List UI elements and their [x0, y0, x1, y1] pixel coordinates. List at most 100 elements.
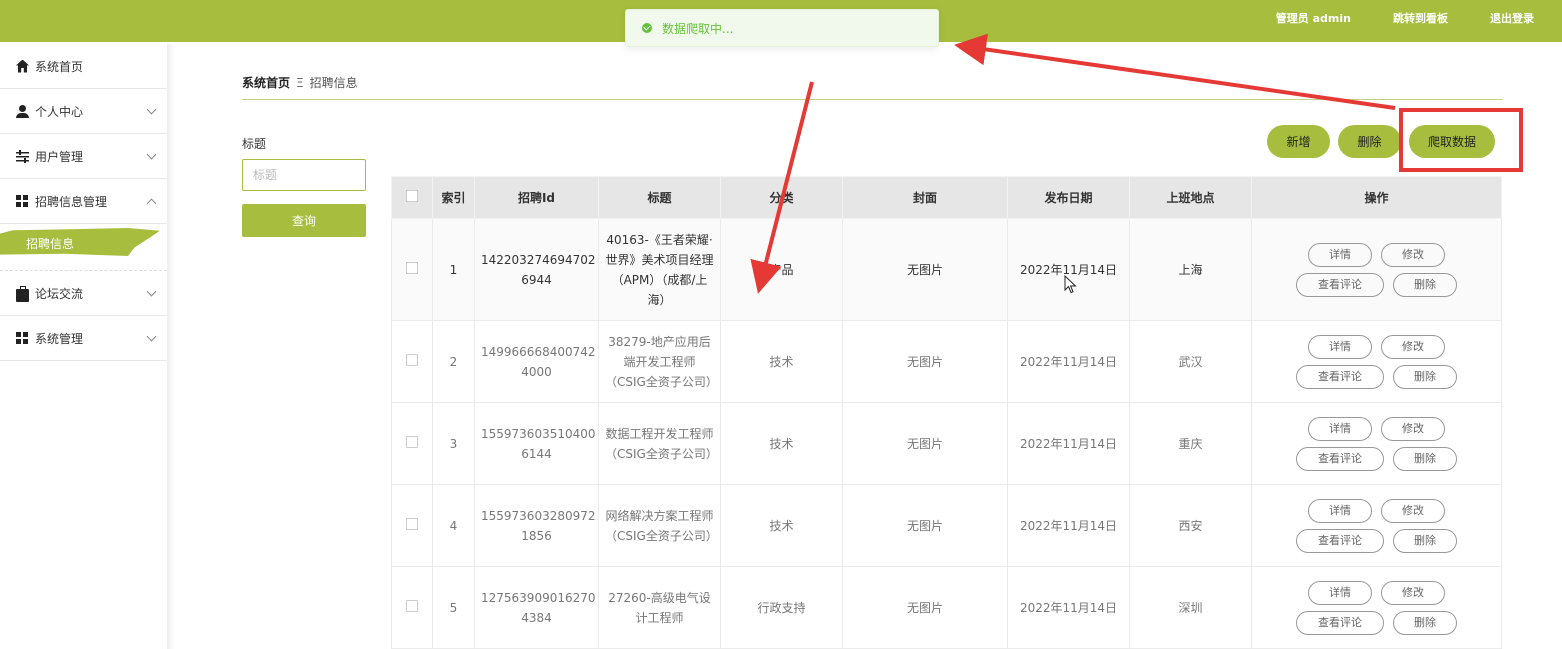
- column-header: 操作: [1251, 176, 1502, 219]
- row-date: 2022年11月14日: [1007, 320, 1130, 403]
- row-location: 上海: [1129, 218, 1252, 321]
- sidebar-item-personal-center[interactable]: 个人中心: [0, 89, 167, 134]
- row-date: 2022年11月14日: [1007, 566, 1130, 649]
- detail-button[interactable]: 详情: [1308, 580, 1372, 605]
- edit-button[interactable]: 修改: [1381, 498, 1445, 523]
- briefcase-icon: [16, 285, 29, 302]
- row-actions: 详情 修改 查看评论 删除: [1258, 334, 1495, 389]
- grid-icon: [16, 194, 29, 208]
- delete-row-button[interactable]: 删除: [1393, 364, 1457, 389]
- detail-button[interactable]: 详情: [1308, 334, 1372, 359]
- query-button[interactable]: 查询: [242, 204, 366, 237]
- column-header: 封面: [842, 176, 1008, 219]
- sidebar-item-label: 系统管理: [35, 331, 84, 346]
- sidebar-subitem-job-info[interactable]: 招聘信息: [0, 224, 167, 271]
- job-info-table: 索引 招聘Id 标题 分类 封面 发布日期 上班地点 操作 1 14220327…: [391, 176, 1502, 649]
- breadcrumb-separator: Ξ: [296, 76, 304, 90]
- row-job-id: 155973603510400 6144: [474, 402, 599, 485]
- detail-button[interactable]: 详情: [1308, 416, 1372, 441]
- sidebar-item-home[interactable]: 系统首页: [0, 44, 167, 89]
- dashboard-link[interactable]: 跳转到看板: [1393, 10, 1448, 26]
- admin-label: 管理员 admin: [1275, 12, 1351, 25]
- toast-message: 数据爬取中...: [662, 21, 734, 36]
- mouse-cursor-icon: [1064, 275, 1077, 294]
- sidebar-item-user-management[interactable]: 用户管理: [0, 134, 167, 179]
- row-date: 2022年11月14日: [1007, 484, 1130, 567]
- column-header: 发布日期: [1007, 176, 1130, 219]
- chevron-up-icon: [146, 198, 157, 209]
- batch-delete-button[interactable]: 删除: [1338, 125, 1401, 158]
- chevron-down-icon: [146, 286, 157, 297]
- logout-link[interactable]: 退出登录: [1490, 10, 1534, 26]
- user-icon: [16, 104, 29, 118]
- row-checkbox[interactable]: [406, 435, 418, 448]
- row-date: 2022年11月14日: [1007, 402, 1130, 485]
- row-index: 3: [432, 402, 475, 485]
- column-header: 分类: [720, 176, 843, 219]
- home-icon: [16, 59, 29, 73]
- edit-button[interactable]: 修改: [1381, 242, 1445, 267]
- row-checkbox[interactable]: [406, 353, 418, 366]
- row-job-id: 127563909016270 4384: [474, 566, 599, 649]
- view-comments-button[interactable]: 查看评论: [1296, 610, 1384, 635]
- chevron-down-icon: [146, 104, 157, 115]
- sidebar-item-system-management[interactable]: 系统管理: [0, 316, 167, 361]
- row-cover: 无图片: [842, 484, 1008, 567]
- delete-row-button[interactable]: 删除: [1393, 610, 1457, 635]
- view-comments-button[interactable]: 查看评论: [1296, 272, 1384, 297]
- delete-row-button[interactable]: 删除: [1393, 528, 1457, 553]
- row-index: 1: [432, 218, 475, 321]
- view-comments-button[interactable]: 查看评论: [1296, 528, 1384, 553]
- add-button[interactable]: 新增: [1267, 125, 1330, 158]
- row-category: 技术: [720, 484, 843, 567]
- row-location: 西安: [1129, 484, 1252, 567]
- detail-button[interactable]: 详情: [1308, 242, 1372, 267]
- column-header: 标题: [598, 176, 721, 219]
- edit-button[interactable]: 修改: [1381, 580, 1445, 605]
- row-job-id: 149966668400742 4000: [474, 320, 599, 403]
- active-brush-highlight: [0, 228, 160, 256]
- table-row: 2 149966668400742 4000 38279-地产应用后端开发工程师…: [391, 320, 1502, 403]
- row-title: 38279-地产应用后端开发工程师（CSIG全资子公司）: [598, 320, 721, 403]
- sidebar-item-forum[interactable]: 论坛交流: [0, 271, 167, 316]
- delete-row-button[interactable]: 删除: [1393, 272, 1457, 297]
- select-all-checkbox[interactable]: [406, 190, 418, 202]
- row-actions: 详情 修改 查看评论 删除: [1258, 580, 1495, 635]
- delete-row-button[interactable]: 删除: [1393, 446, 1457, 471]
- select-all-cell[interactable]: [391, 176, 433, 219]
- sidebar-item-label: 系统首页: [35, 59, 84, 74]
- row-cover: 无图片: [842, 402, 1008, 485]
- annotation-highlight-box: [1399, 108, 1523, 172]
- row-checkbox[interactable]: [406, 261, 418, 274]
- sidebar: 系统首页 个人中心 用户管理 招聘信息管理 招聘信息 论坛交流 系统管理: [0, 44, 168, 649]
- table-row: 5 127563909016270 4384 27260-高级电气设计工程师 行…: [391, 566, 1502, 649]
- sidebar-item-job-management[interactable]: 招聘信息管理: [0, 179, 167, 224]
- column-header: 上班地点: [1129, 176, 1252, 219]
- breadcrumb-home[interactable]: 系统首页: [242, 76, 290, 90]
- grid-icon: [16, 331, 29, 345]
- view-comments-button[interactable]: 查看评论: [1296, 446, 1384, 471]
- row-checkbox[interactable]: [406, 517, 418, 530]
- edit-button[interactable]: 修改: [1381, 334, 1445, 359]
- detail-button[interactable]: 详情: [1308, 498, 1372, 523]
- table-row: 3 155973603510400 6144 数据工程开发工程师（CSIG全资子…: [391, 402, 1502, 485]
- view-comments-button[interactable]: 查看评论: [1296, 364, 1384, 389]
- row-checkbox[interactable]: [406, 599, 418, 612]
- title-search-input[interactable]: [242, 159, 366, 191]
- row-title: 40163-《王者荣耀·世界》美术项目经理（APM）（成都/上海）: [598, 218, 721, 321]
- row-actions: 详情 修改 查看评论 删除: [1258, 416, 1495, 471]
- table-row: 4 155973603280972 1856 网络解决方案工程师（CSIG全资子…: [391, 484, 1502, 567]
- edit-button[interactable]: 修改: [1381, 416, 1445, 441]
- row-location: 深圳: [1129, 566, 1252, 649]
- sidebar-item-label: 论坛交流: [35, 286, 84, 301]
- row-category: 技术: [720, 320, 843, 403]
- table-header-row: 索引 招聘Id 标题 分类 封面 发布日期 上班地点 操作: [391, 176, 1502, 219]
- sidebar-item-label: 个人中心: [35, 104, 84, 119]
- row-category: 行政支持: [720, 566, 843, 649]
- column-header: 索引: [432, 176, 475, 219]
- row-actions: 详情 修改 查看评论 删除: [1258, 242, 1495, 297]
- row-job-id: 142203274694702 6944: [474, 218, 599, 321]
- success-check-icon: [642, 23, 652, 33]
- sliders-icon: [16, 149, 29, 163]
- sidebar-shadow: [167, 44, 175, 649]
